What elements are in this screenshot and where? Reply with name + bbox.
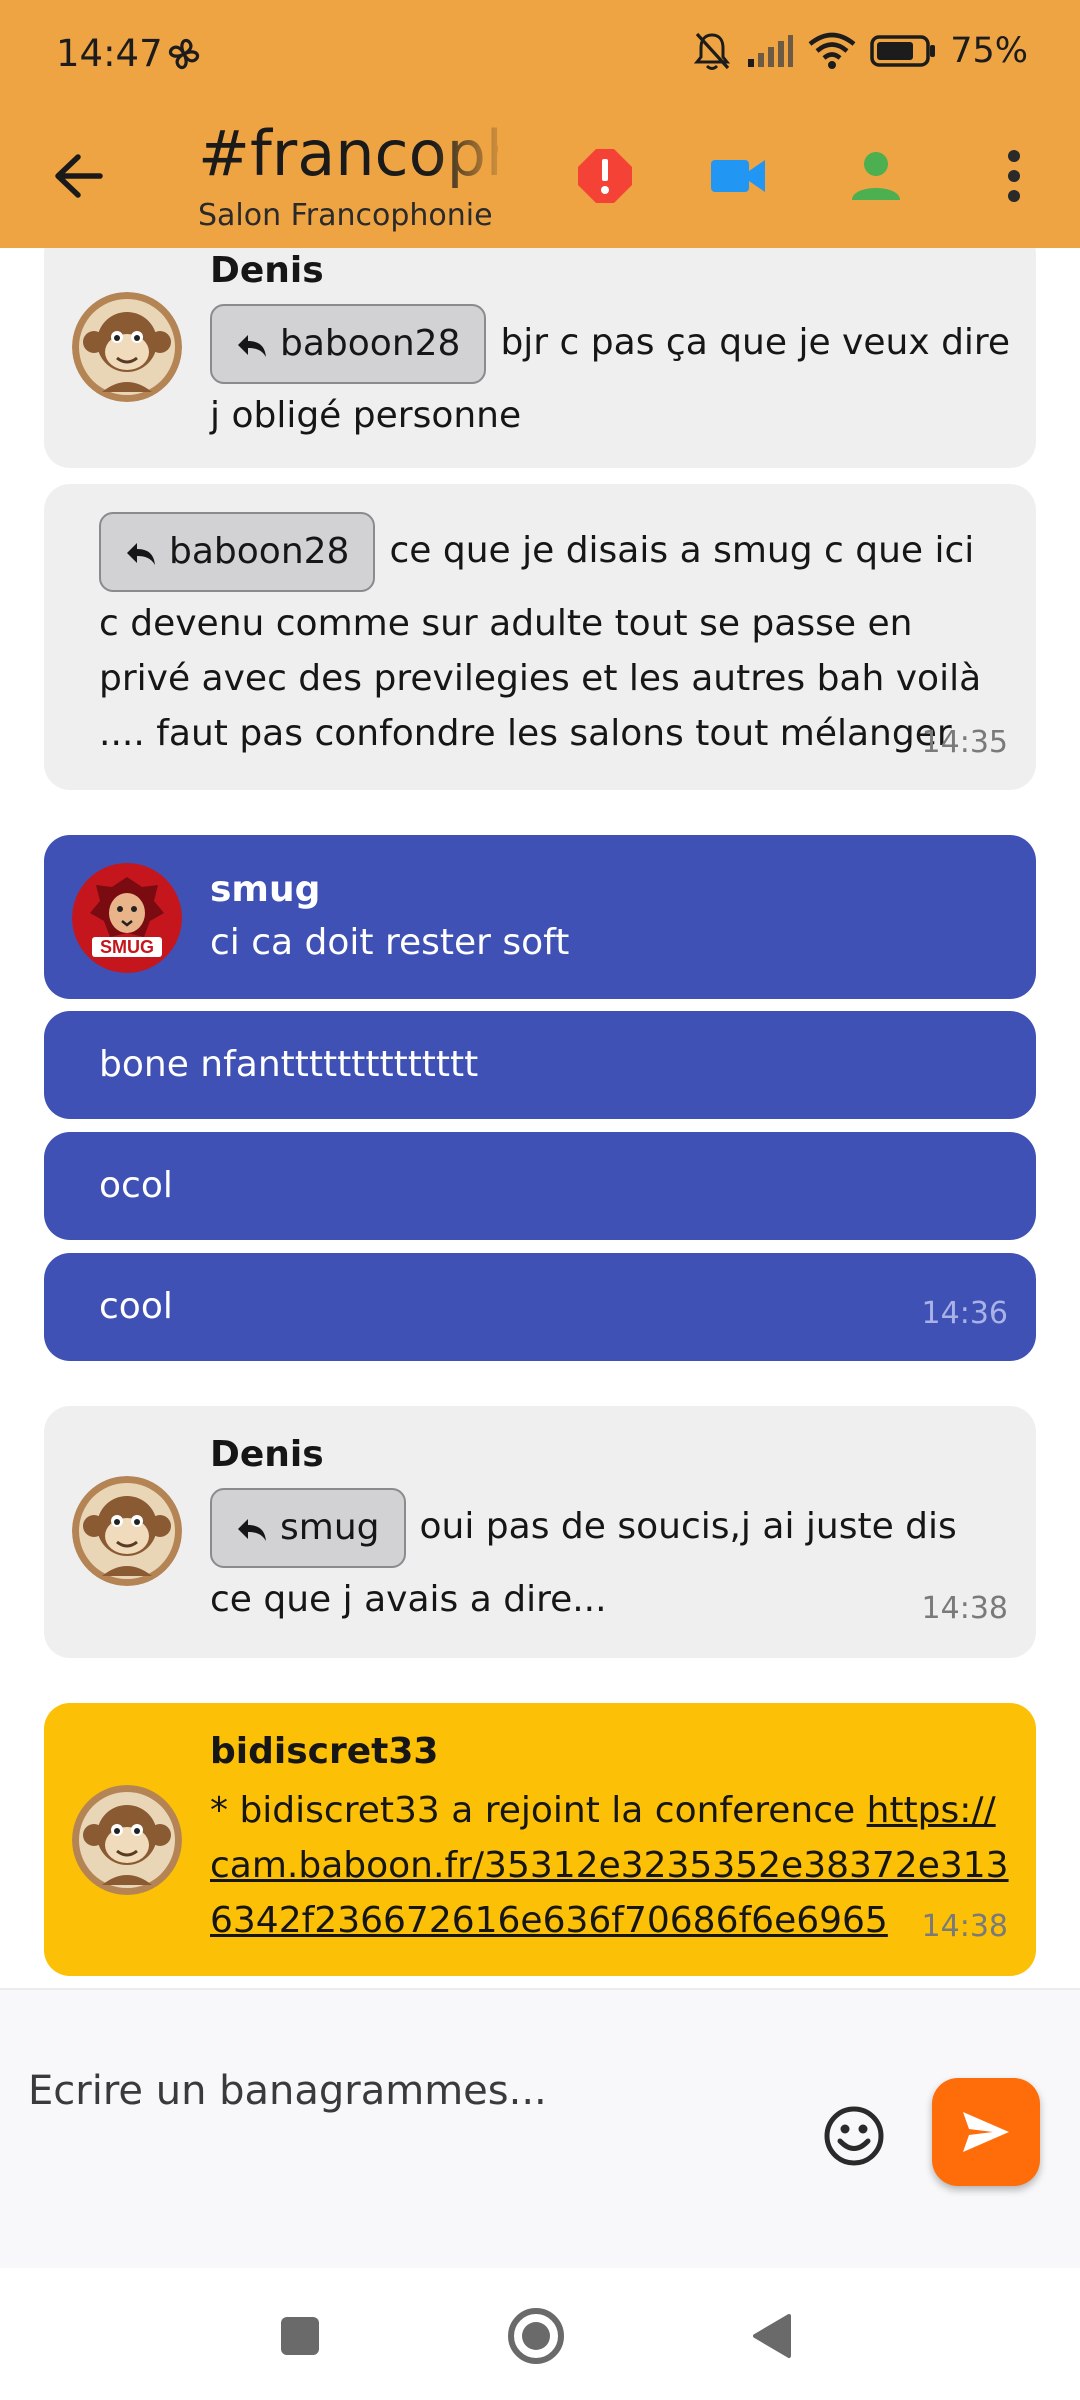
message-text: smug oui pas de soucis,j ai juste dis ce … (210, 1488, 1030, 1627)
message-author: Denis (210, 250, 324, 291)
message-bubble[interactable]: ocol (44, 1132, 1036, 1240)
smiley-icon (824, 2106, 884, 2166)
message-text: * bidiscret33 a rejoint la conference ht… (210, 1783, 1020, 1948)
square-icon (281, 2317, 319, 2355)
message-bubble[interactable]: bone nfantttttttttttttt (44, 1011, 1036, 1119)
room-subtitle: Salon Francophonie (198, 198, 493, 233)
message-composer: Ecrire un banagrammes... (0, 1988, 1080, 2270)
lion-logo-avatar-icon: SMUG (72, 863, 182, 973)
wifi-icon (808, 32, 856, 70)
more-vert-icon (1008, 150, 1020, 202)
avatar[interactable]: SMUG (72, 863, 182, 973)
status-icons: 75% (692, 30, 1028, 72)
reply-icon (127, 543, 155, 565)
room-title: #francophonie (198, 117, 498, 190)
emoji-button[interactable] (822, 2104, 886, 2168)
video-call-button[interactable] (698, 136, 778, 216)
pinwheel-icon (164, 34, 204, 74)
alert-button[interactable] (565, 136, 645, 216)
conference-link[interactable]: cam.baboon.fr/35312e3235352e38372e313 (210, 1838, 1020, 1893)
reply-icon (238, 1519, 266, 1541)
home-circle-icon (508, 2308, 564, 2364)
battery-percent: 75% (950, 31, 1028, 71)
message-bubble[interactable]: Denis baboon28 bjr c pas ça que je veux d… (44, 248, 1036, 468)
monkey-avatar-icon (72, 1785, 182, 1895)
reply-chip[interactable]: baboon28 (210, 304, 487, 384)
more-options-button[interactable] (974, 136, 1054, 216)
message-bubble[interactable]: cool 14:36 (44, 1253, 1036, 1361)
user-icon (852, 152, 900, 200)
back-nav-button[interactable] (740, 2304, 804, 2368)
message-text: baboon28 ce que je disais a smug c que ic… (99, 512, 999, 761)
members-button[interactable] (836, 136, 916, 216)
system-nav-bar (0, 2268, 1080, 2400)
video-camera-icon (711, 160, 765, 192)
status-time: 14:47 (56, 32, 163, 75)
message-bubble[interactable]: baboon28 ce que je disais a smug c que ic… (44, 484, 1036, 790)
message-time: 14:35 (921, 725, 1008, 760)
bell-muted-icon (692, 30, 732, 72)
reply-chip[interactable]: smug (210, 1488, 406, 1568)
reply-chip[interactable]: baboon28 (99, 512, 376, 592)
conference-link[interactable]: https:// (867, 1790, 996, 1831)
message-text: baboon28 bjr c pas ça que je veux dire j … (210, 304, 1030, 443)
message-bubble[interactable]: SMUG smug ci ca doit rester soft (44, 835, 1036, 999)
app-bar: 14:47 75% #francop Salon Francophonie (0, 0, 1080, 248)
message-time: 14:38 (921, 1591, 1008, 1626)
message-text: cool (99, 1286, 173, 1327)
avatar[interactable] (72, 1476, 182, 1586)
message-bubble[interactable]: bidiscret33 * bidiscret33 a rejoint la c… (44, 1703, 1036, 1976)
message-time: 14:38 (921, 1909, 1008, 1944)
message-input[interactable]: Ecrire un banagrammes... (28, 2068, 788, 2114)
chat-screen: 14:47 75% #francop Salon Francophonie De… (0, 0, 1080, 2400)
message-bubble[interactable]: Denis smug oui pas de soucis,j ai juste d… (44, 1406, 1036, 1658)
monkey-avatar-icon (72, 1476, 182, 1586)
status-bar: 14:47 75% (0, 0, 1080, 108)
reply-icon (238, 335, 266, 357)
avatar-text: SMUG (100, 937, 154, 957)
avatar[interactable] (72, 1785, 182, 1895)
battery-icon (870, 34, 936, 68)
home-button[interactable] (504, 2304, 568, 2368)
message-list[interactable]: Denis baboon28 bjr c pas ça que je veux d… (0, 248, 1080, 1988)
message-time: 14:36 (921, 1296, 1008, 1331)
message-author: smug (210, 869, 321, 910)
chat-toolbar: #francophonie Salon Francophonie (0, 108, 1080, 248)
message-text: ci ca doit rester soft (210, 922, 570, 963)
send-icon (963, 2112, 1009, 2152)
message-author: Denis (210, 1434, 324, 1475)
cell-signal-icon (746, 33, 794, 69)
recents-button[interactable] (268, 2304, 332, 2368)
message-text: ocol (99, 1165, 173, 1206)
alert-icon (578, 149, 632, 203)
triangle-back-icon (753, 2314, 791, 2358)
back-arrow-icon (55, 154, 103, 198)
message-text: bone nfantttttttttttttt (99, 1044, 479, 1085)
message-author: bidiscret33 (210, 1731, 439, 1772)
monkey-avatar-icon (72, 292, 182, 402)
room-title-block[interactable]: #francophonie Salon Francophonie (198, 114, 498, 238)
avatar[interactable] (72, 292, 182, 402)
back-button[interactable] (40, 138, 116, 214)
send-button[interactable] (932, 2078, 1040, 2186)
conference-link[interactable]: 6342f236672616e636f70686f6e6965 (210, 1893, 1020, 1948)
